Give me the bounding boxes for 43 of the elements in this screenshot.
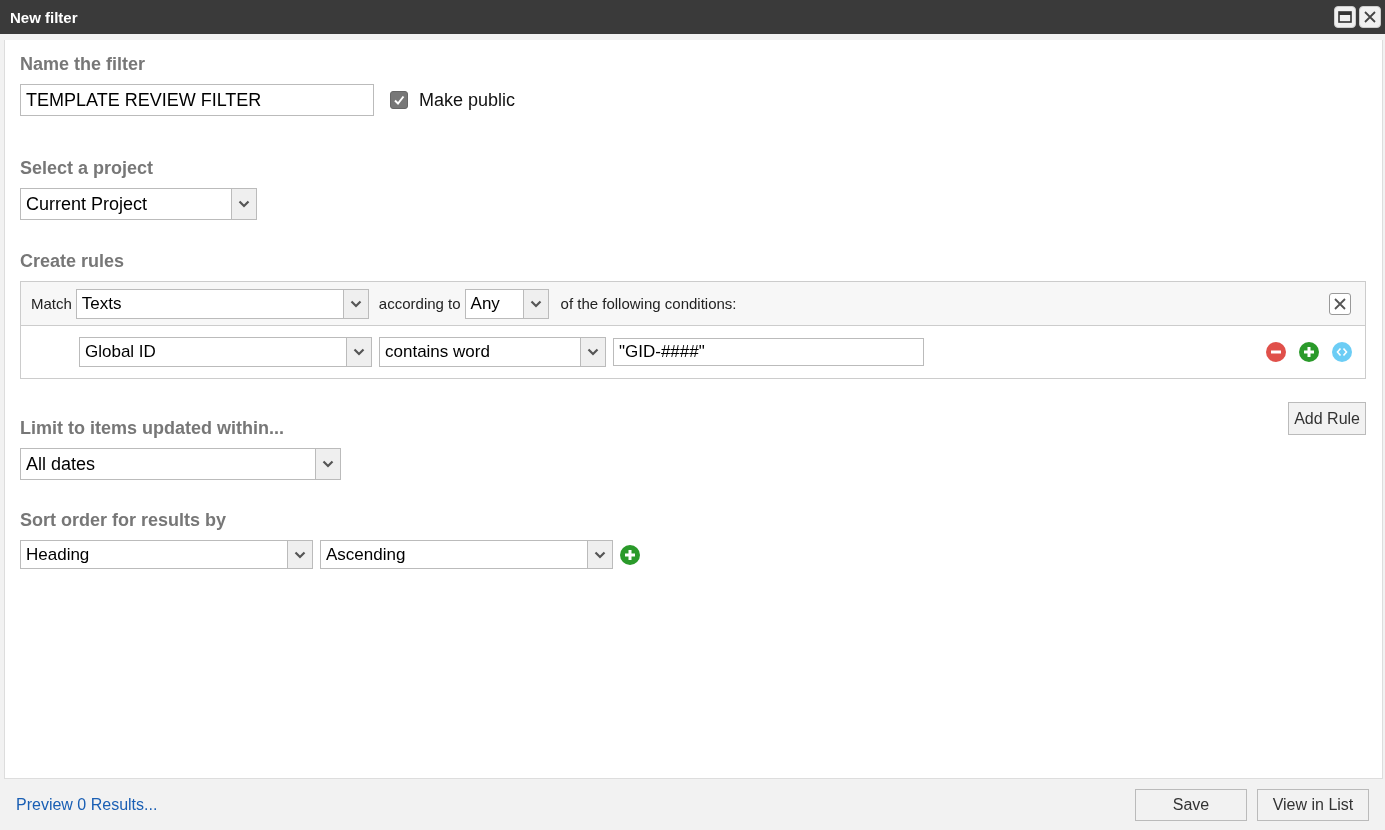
sort-order-dropdown[interactable]: Ascending xyxy=(320,540,613,569)
section-heading: Create rules xyxy=(20,251,126,272)
project-dropdown[interactable]: Current Project xyxy=(20,188,257,220)
caret-icon xyxy=(342,289,368,318)
filter-name-field[interactable]: TEMPLATE REVIEW FILTER xyxy=(20,84,374,116)
caret-icon xyxy=(287,541,312,568)
add-icon[interactable] xyxy=(620,544,640,565)
close-button[interactable] xyxy=(1359,6,1381,28)
date-range-dropdown[interactable]: All dates xyxy=(20,448,341,480)
section-heading: Limit to items updated within... xyxy=(20,418,285,439)
according-label: according to xyxy=(378,295,461,312)
checkmark-icon xyxy=(393,94,405,106)
operator-dropdown[interactable]: contains word xyxy=(379,337,606,367)
caret-icon xyxy=(346,338,371,366)
match-label: Match xyxy=(31,295,72,312)
add-icon[interactable] xyxy=(1299,342,1319,362)
rule-value-field[interactable]: "GID-####" xyxy=(613,338,924,366)
make-public-checkbox[interactable] xyxy=(390,91,408,109)
caret-icon xyxy=(580,338,605,366)
footer-button[interactable]: Save xyxy=(1135,788,1247,821)
conditions-label: of the following conditions: xyxy=(560,295,737,312)
add-rule-button[interactable]: Add Rule xyxy=(1288,402,1366,435)
close-icon xyxy=(1364,11,1376,23)
caret-icon xyxy=(522,289,548,318)
window-title: New filter xyxy=(10,8,79,26)
window-icon xyxy=(1338,11,1352,23)
footer-button[interactable]: View in List xyxy=(1257,788,1369,821)
caret-icon xyxy=(587,541,612,568)
section-heading: Name the filter xyxy=(20,54,147,75)
section-heading: Sort order for results by xyxy=(20,510,228,531)
remove-group-button[interactable] xyxy=(1329,292,1351,315)
caret-icon xyxy=(315,449,340,479)
make-public-label: Make public xyxy=(419,89,516,111)
any-dropdown[interactable]: Any xyxy=(464,288,549,319)
section-heading: Select a project xyxy=(20,158,155,179)
field-dropdown[interactable]: Global ID xyxy=(79,337,372,367)
maximize-button[interactable] xyxy=(1334,6,1356,28)
sort-field-dropdown[interactable]: Heading xyxy=(20,540,313,569)
preview-results-link[interactable]: Preview 0 Results... xyxy=(16,795,158,814)
caret-icon xyxy=(231,189,256,219)
remove-icon[interactable] xyxy=(1266,342,1286,362)
close-icon xyxy=(1333,296,1347,311)
match-dropdown[interactable]: Texts xyxy=(75,288,369,319)
